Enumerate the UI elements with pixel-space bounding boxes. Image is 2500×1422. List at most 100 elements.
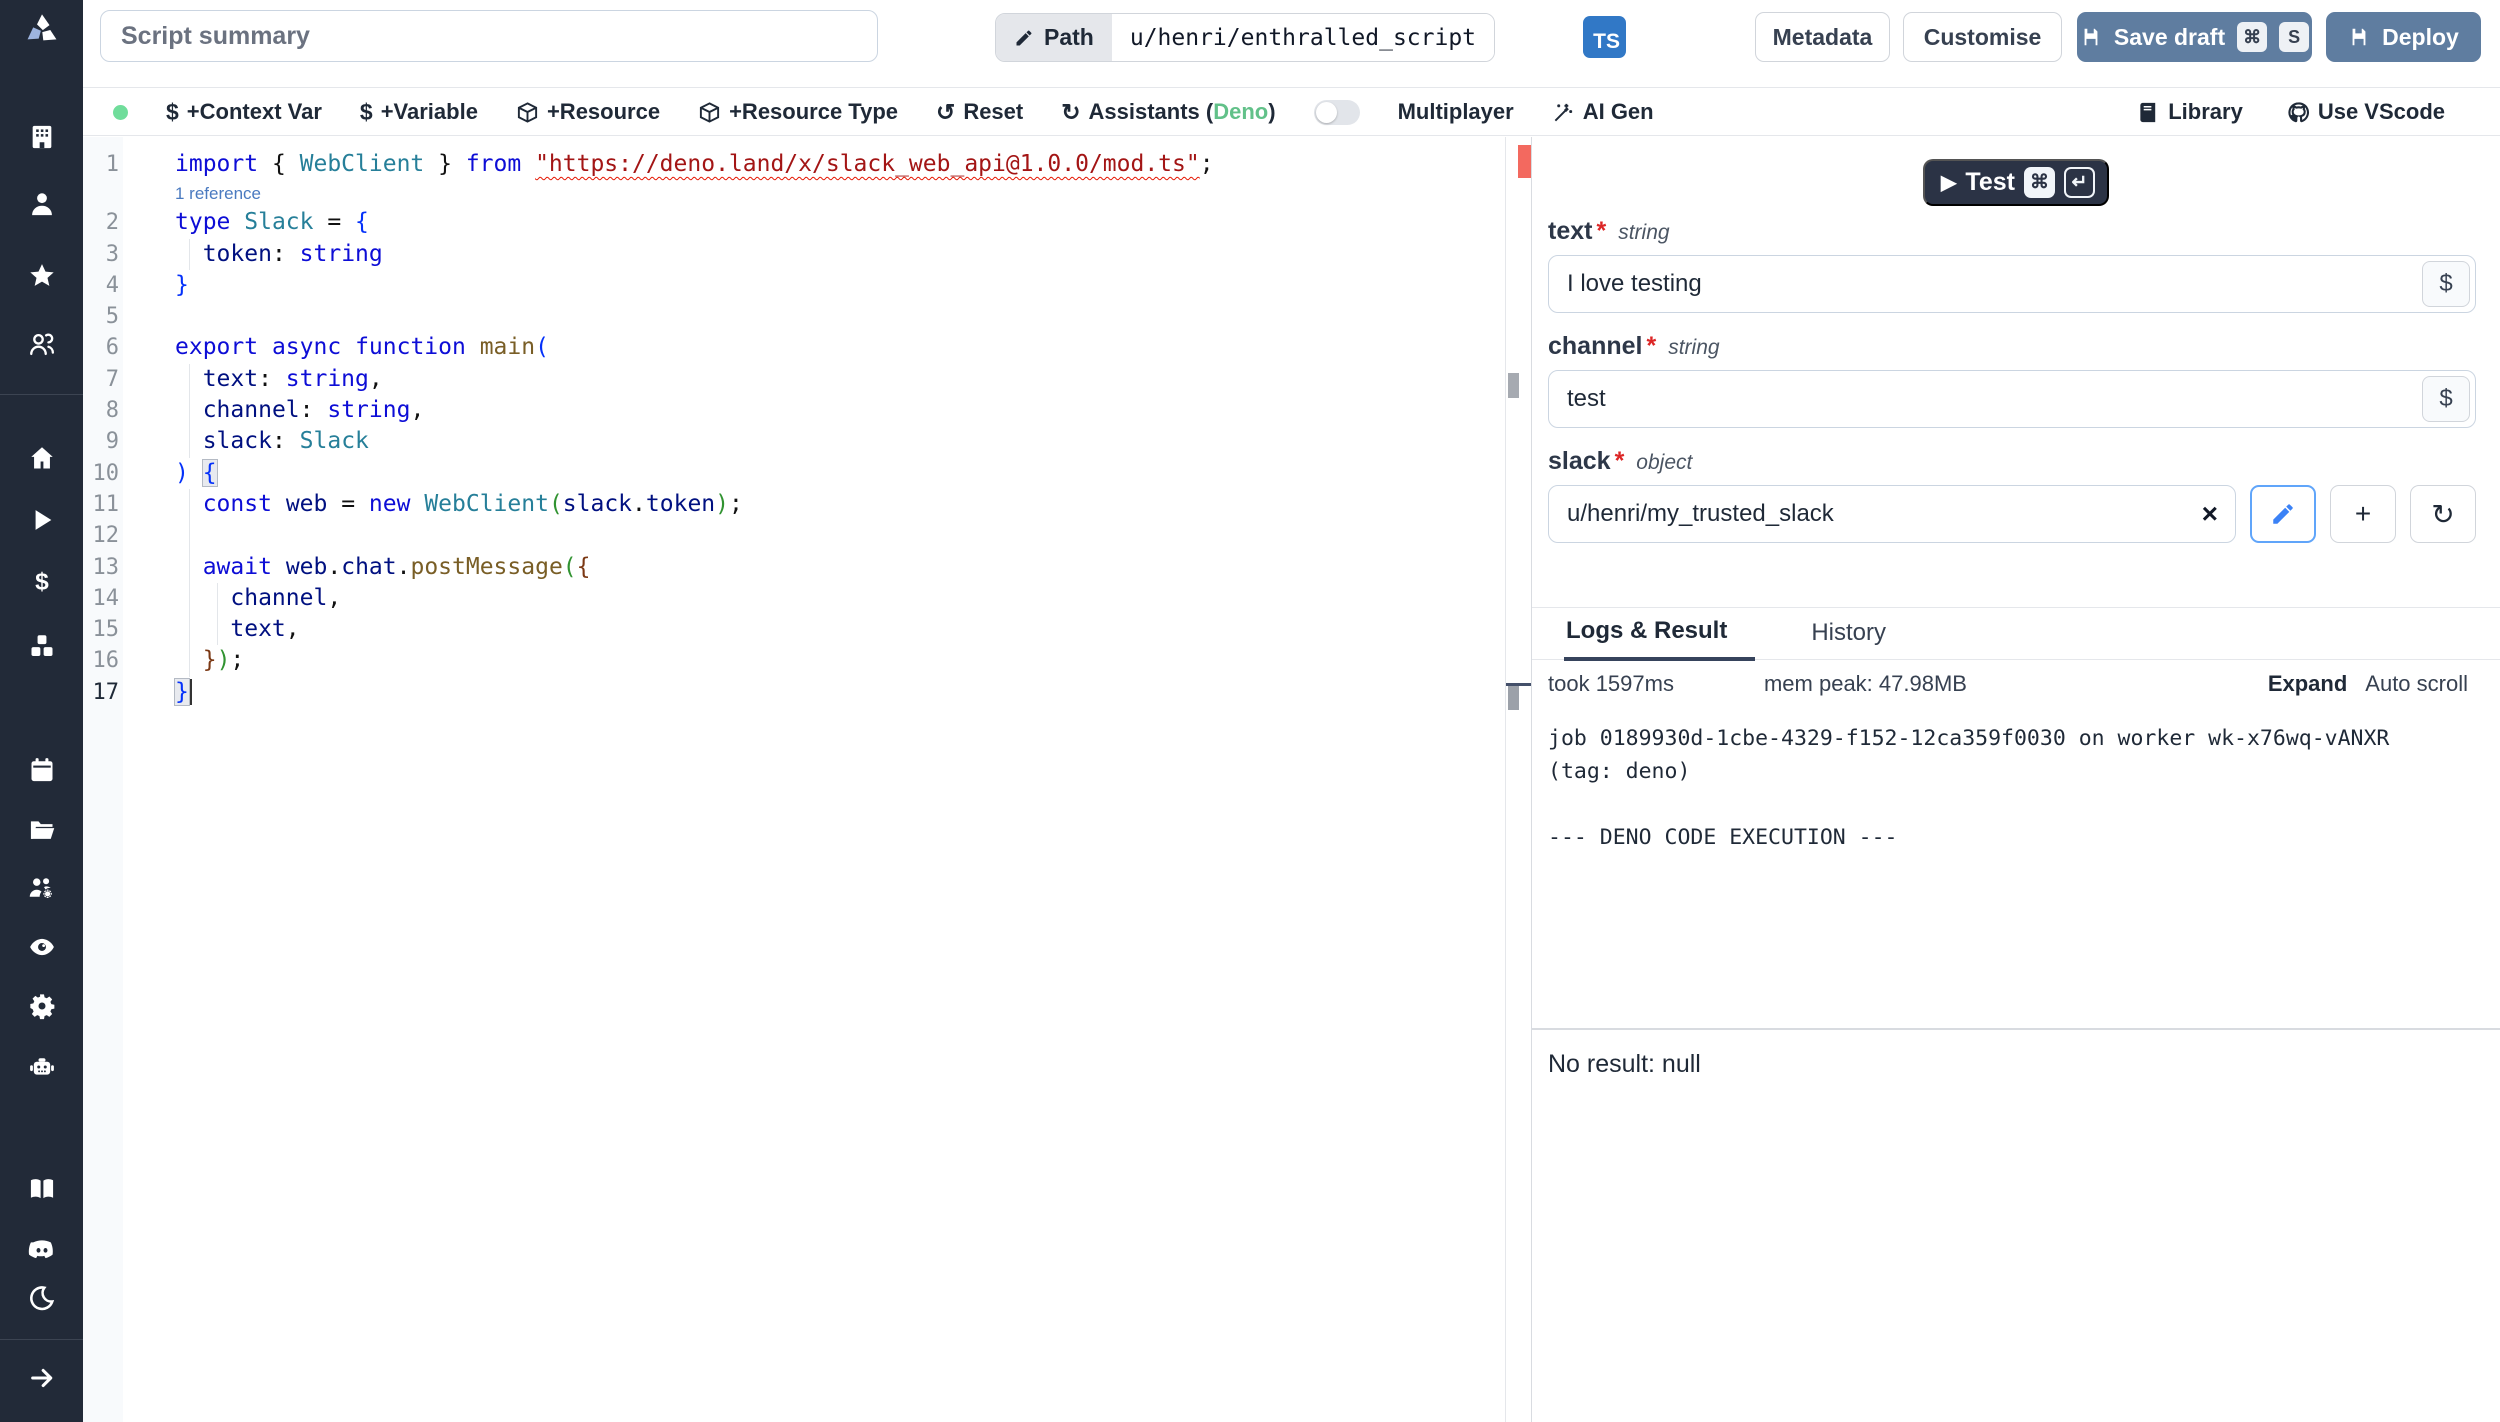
home-icon (28, 444, 56, 472)
code-line-15[interactable]: 15 text, (83, 614, 1505, 645)
code-line-9[interactable]: 9 slack: Slack (83, 426, 1505, 457)
sidebar-item-docs[interactable] (0, 1169, 83, 1209)
code-line-14[interactable]: 14 channel, (83, 583, 1505, 614)
save-draft-button[interactable]: Save draft ⌘ S (2077, 12, 2312, 62)
metadata-button[interactable]: Metadata (1755, 12, 1890, 62)
scrollbar-thumb[interactable] (1508, 373, 1519, 398)
code-line-12[interactable]: 12 (83, 520, 1505, 551)
sidebar-item-audit-logs[interactable] (0, 927, 83, 967)
code-text: import { WebClient } from "https://deno.… (175, 149, 1214, 180)
sidebar-item-ai[interactable] (0, 1047, 83, 1087)
script-summary-input[interactable] (100, 10, 878, 62)
add-resource-button[interactable]: + (2330, 485, 2396, 543)
assistants-button[interactable]: ↻ Assistants (Deno) (1061, 99, 1275, 126)
path-widget[interactable]: Path u/henri/enthralled_script (995, 13, 1495, 62)
pencil-icon (2270, 501, 2296, 527)
sidebar-item-settings[interactable] (0, 986, 83, 1026)
insert-variable-button[interactable]: $ (2422, 376, 2470, 422)
gear-icon (28, 992, 56, 1020)
sidebar-item-user[interactable] (0, 184, 83, 224)
code-line-11[interactable]: 11 const web = new WebClient(slack.token… (83, 489, 1505, 520)
path-label-segment[interactable]: Path (996, 14, 1112, 61)
use-vscode-button[interactable]: Use VScode (2287, 99, 2445, 125)
sidebar-item-groups[interactable] (0, 324, 83, 364)
sidebar-item-workspace[interactable] (0, 117, 83, 157)
reset-button[interactable]: ↺ Reset (936, 99, 1023, 126)
windmill-logo-icon[interactable] (0, 8, 83, 54)
sidebar-item-schedules[interactable] (0, 750, 83, 790)
add-resource-type-button[interactable]: +Resource Type (698, 99, 898, 125)
scrollbar-handle[interactable] (1508, 686, 1519, 710)
multiplayer-toggle[interactable] (1314, 100, 1360, 125)
code-line-5[interactable]: 5 (83, 301, 1505, 332)
customise-button[interactable]: Customise (1903, 12, 2062, 62)
sidebar-item-folders[interactable] (0, 809, 83, 849)
path-value[interactable]: u/henri/enthralled_script (1112, 14, 1494, 61)
plus-icon: + (2355, 498, 2371, 530)
code-line-4[interactable]: 4} (83, 270, 1505, 301)
code-line-10[interactable]: 10) { (83, 458, 1505, 489)
code-lines[interactable]: 1import { WebClient } from "https://deno… (83, 149, 1505, 708)
line-number: 6 (83, 332, 175, 363)
ai-gen-button[interactable]: AI Gen (1552, 99, 1654, 125)
users-icon (28, 330, 56, 358)
code-text: type Slack = { (175, 207, 369, 238)
code-line-13[interactable]: 13 await web.chat.postMessage({ (83, 552, 1505, 583)
text-field-input[interactable] (1548, 255, 2476, 313)
code-line-6[interactable]: 6export async function main( (83, 332, 1505, 363)
library-button[interactable]: Library (2137, 99, 2243, 125)
result-block: No result: null (1532, 1028, 2500, 1422)
sidebar-item-resources[interactable] (0, 626, 83, 666)
run-panel: ▶ Test ⌘ ↵ text* string $ channel* strin… (1532, 137, 2500, 1422)
add-variable-button[interactable]: $ +Variable (360, 99, 478, 126)
sidebar-item-expand-sidebar[interactable] (0, 1358, 83, 1398)
test-button[interactable]: ▶ Test ⌘ ↵ (1923, 159, 2109, 206)
edit-resource-button[interactable] (2250, 485, 2316, 543)
channel-field-input[interactable] (1548, 370, 2476, 428)
text-cursor (190, 679, 192, 705)
code-line-8[interactable]: 8 channel: string, (83, 395, 1505, 426)
refresh-resource-button[interactable]: ↻ (2410, 485, 2476, 543)
code-line-7[interactable]: 7 text: string, (83, 364, 1505, 395)
code-line-1[interactable]: 1import { WebClient } from "https://deno… (83, 149, 1505, 180)
clear-icon[interactable]: × (2202, 496, 2218, 532)
line-number: 3 (83, 239, 175, 270)
line-number: 10 (83, 458, 175, 489)
field-label-channel: channel* string (1548, 332, 2476, 361)
sidebar-item-workers[interactable] (0, 868, 83, 908)
code-text: ) { (175, 458, 217, 489)
code-editor[interactable]: 1import { WebClient } from "https://deno… (83, 137, 1505, 1422)
code-line-3[interactable]: 3 token: string (83, 239, 1505, 270)
insert-variable-button[interactable]: $ (2422, 261, 2470, 307)
code-text: } (175, 270, 189, 301)
sidebar-item-variables[interactable]: $ (0, 562, 83, 602)
star-icon (28, 262, 56, 290)
log-viewer[interactable]: job 0189930d-1cbe-4329-f152-12ca359f0030… (1532, 708, 2500, 1028)
magic-wand-icon (1552, 101, 1575, 124)
discord-icon (28, 1236, 56, 1264)
code-line-2[interactable]: 2type Slack = { (83, 207, 1505, 238)
codelens-reference-link[interactable]: 1 reference (175, 184, 261, 204)
code-text: } (175, 677, 192, 708)
tab-logs-result[interactable]: Logs & Result (1564, 617, 1755, 661)
sidebar-item-home[interactable] (0, 438, 83, 478)
expand-logs-button[interactable]: Expand (2268, 671, 2347, 697)
deploy-button[interactable]: Deploy (2326, 12, 2481, 62)
line-number: 12 (83, 520, 175, 551)
sidebar-item-dark-mode[interactable] (0, 1278, 83, 1318)
line-number: 9 (83, 426, 175, 457)
slack-resource-input[interactable] (1548, 485, 2236, 543)
code-line-17[interactable]: 17} (83, 677, 1505, 708)
add-context-var-button[interactable]: $ +Context Var (166, 99, 322, 126)
add-resource-button[interactable]: +Resource (516, 99, 660, 125)
sidebar-item-favorites[interactable] (0, 256, 83, 296)
line-number: 2 (83, 207, 175, 238)
auto-scroll-toggle[interactable]: Auto scroll (2365, 671, 2468, 697)
tab-history[interactable]: History (1811, 619, 1886, 659)
sidebar-item-discord[interactable] (0, 1230, 83, 1270)
sidebar-item-runs[interactable] (0, 500, 83, 540)
code-line-16[interactable]: 16 }); (83, 645, 1505, 676)
kbd-cmd: ⌘ (2237, 22, 2267, 52)
editor-overview-ruler[interactable] (1505, 137, 1532, 1422)
code-text: text, (175, 614, 300, 645)
